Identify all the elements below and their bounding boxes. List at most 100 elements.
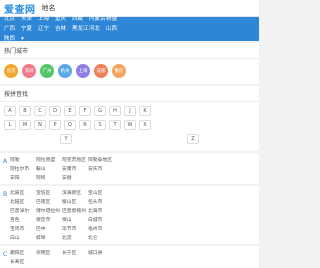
letter-button[interactable]: D [49, 106, 61, 116]
district-grid: 北辰区 宝坻区 滨海新区 宝山区 北碚区 巴南区 璧山区 包头市 巴彦淖尔 博尔塔拉州 巴音郭楞州北… [10, 190, 116, 242]
district-grid: 朝阳区 崇明区 长宁区 城口县 长寿区 [10, 250, 116, 266]
district-group: A 阿勒 阿拉善盟 阿克苏地区 阿勒泰地区阿拉尔市 鞍山 安康市 安庆市安阳 阿坝 安顺 [0, 153, 259, 184]
letter-button[interactable]: F [79, 106, 91, 116]
district-link[interactable]: 蚌埠 [36, 235, 60, 242]
district-link[interactable]: 阿勒 [10, 157, 34, 164]
hot-cities-section: 热门城市 北京 深圳 广州 杭州 上海 成都 重庆 [0, 43, 259, 84]
district-link[interactable]: 保定市 [36, 217, 60, 224]
province-link[interactable]: 山西 [106, 25, 122, 33]
hot-city-button[interactable]: 上海 [76, 64, 90, 78]
letter-button[interactable]: G [94, 106, 106, 116]
chevron-down-icon[interactable]: ▾ [21, 35, 37, 43]
letter-button[interactable]: Z [187, 134, 199, 144]
pinyin-title: 按拼音找 [0, 86, 259, 102]
province-link[interactable]: 吉林 [55, 25, 71, 33]
district-link[interactable]: 北辰区 [10, 190, 34, 197]
letter-row: YZ [4, 134, 255, 144]
province-grid: 北京 天津 上海 重庆 西藏 内蒙古 新疆广西 宁夏 辽宁 吉林 黑龙江 河北 山西陕西 ▾ [4, 15, 122, 43]
province-city-bar: 北京 天津 上海 重庆 西藏 内蒙古 新疆广西 宁夏 辽宁 吉林 黑龙江 河北 山西陕西 ▾ [0, 15, 259, 43]
pinyin-section: 按拼音找 ABCDEFGHJKLMNPQRSTWXYZ [0, 86, 259, 151]
letter-button[interactable]: P [49, 120, 61, 130]
district-link[interactable]: 朝阳区 [10, 250, 34, 257]
letter-button[interactable]: C [34, 106, 46, 116]
group-letter: A [2, 158, 8, 165]
district-link[interactable]: 白山 [10, 235, 34, 242]
district-link[interactable]: 崇明区 [36, 250, 60, 257]
district-link[interactable]: 滨海新区 [62, 190, 86, 197]
site-logo[interactable]: 爱查网 [4, 1, 36, 16]
letter-button[interactable]: H [109, 106, 121, 116]
province-link[interactable]: 新疆 [106, 15, 122, 23]
district-link[interactable]: 安阳 [10, 175, 34, 182]
district-link[interactable]: 城口县 [88, 250, 112, 257]
letter-button[interactable]: M [19, 120, 31, 130]
letter-row: ABCDEFGHJK [4, 106, 255, 116]
district-link[interactable]: 巴音郭楞州 [62, 208, 86, 215]
district-link[interactable]: 阿拉尔市 [10, 166, 34, 173]
letter-button[interactable]: W [124, 120, 136, 130]
district-link[interactable]: 巴中 [36, 226, 60, 233]
district-link[interactable]: 安庆市 [88, 166, 112, 173]
letter-button[interactable]: S [94, 120, 106, 130]
hot-city-button[interactable]: 杭州 [58, 64, 72, 78]
hot-city-button[interactable]: 成都 [94, 64, 108, 78]
hot-city-button[interactable]: 重庆 [112, 64, 126, 78]
province-link[interactable]: 上海 [38, 15, 54, 23]
district-link[interactable]: 宝山区 [88, 190, 112, 197]
district-link[interactable]: 璧山区 [62, 199, 86, 206]
pinyin-letter-index: ABCDEFGHJKLMNPQRSTWXYZ [0, 102, 259, 151]
letter-button[interactable]: E [64, 106, 76, 116]
district-link[interactable]: 阿克苏地区 [62, 157, 86, 164]
province-link[interactable]: 宁夏 [21, 25, 37, 33]
district-link[interactable]: 长宁区 [62, 250, 86, 257]
district-link[interactable]: 安康市 [62, 166, 86, 173]
letter-button[interactable]: L [4, 120, 16, 130]
district-link[interactable]: 毕节市 [62, 226, 86, 233]
district-link[interactable]: 北流 [62, 235, 86, 242]
letter-button[interactable]: T [109, 120, 121, 130]
district-link[interactable]: 鞍山 [36, 166, 60, 173]
district-link[interactable]: 百色 [10, 217, 34, 224]
district-link[interactable]: 安顺 [62, 175, 86, 182]
letter-button[interactable]: R [79, 120, 91, 130]
district-link[interactable]: 宝坻区 [36, 190, 60, 197]
letter-button[interactable]: J [124, 106, 136, 116]
province-link[interactable]: 重庆 [55, 15, 71, 23]
hot-city-button[interactable]: 北京 [4, 64, 18, 78]
letter-button[interactable]: K [139, 106, 151, 116]
province-link[interactable]: 天津 [21, 15, 37, 23]
district-link[interactable]: 巴彦淖尔 [10, 208, 34, 215]
district-link[interactable]: 保山 [62, 217, 86, 224]
letter-button[interactable]: N [34, 120, 46, 130]
hot-city-button[interactable]: 深圳 [22, 64, 36, 78]
province-link[interactable]: 广西 [4, 25, 20, 33]
district-link[interactable]: 白城市 [88, 217, 112, 224]
district-link[interactable]: 阿坝 [36, 175, 60, 182]
hot-cities-title: 热门城市 [0, 43, 259, 59]
letter-button[interactable]: X [139, 120, 151, 130]
district-link[interactable]: 博尔塔拉州 [36, 208, 60, 215]
district-link[interactable]: 北碚区 [10, 199, 34, 206]
district-link[interactable]: 宝鸡市 [10, 226, 34, 233]
district-link[interactable]: 亳州市 [88, 226, 112, 233]
province-link[interactable]: 黑龙江 [72, 25, 89, 33]
province-link[interactable]: 河北 [89, 25, 105, 33]
province-link[interactable]: 北京 [4, 15, 20, 23]
district-group: B 北辰区 宝坻区 滨海新区 宝山区 北碚区 巴南区 璧山区 包头市 巴彦淖尔 博尔塔拉州 巴音郭楞州… [0, 186, 259, 244]
district-link[interactable]: 阿勒泰地区 [88, 157, 112, 164]
letter-button[interactable]: Q [64, 120, 76, 130]
province-link[interactable]: 辽宁 [38, 25, 54, 33]
province-link[interactable]: 西藏 [72, 15, 88, 23]
district-link[interactable]: 北仑 [88, 235, 112, 242]
district-link[interactable]: 包头市 [88, 199, 112, 206]
province-link[interactable]: 陕西 [4, 35, 20, 43]
district-link[interactable]: 巴南区 [36, 199, 60, 206]
letter-row: LMNPQRSTWX [4, 120, 255, 130]
province-link[interactable]: 内蒙古 [89, 15, 106, 23]
letter-button[interactable]: Y [60, 134, 72, 144]
district-link[interactable]: 阿拉善盟 [36, 157, 60, 164]
letter-button[interactable]: B [19, 106, 31, 116]
letter-button[interactable]: A [4, 106, 16, 116]
district-link[interactable]: 北海市 [88, 208, 112, 215]
hot-city-button[interactable]: 广州 [40, 64, 54, 78]
